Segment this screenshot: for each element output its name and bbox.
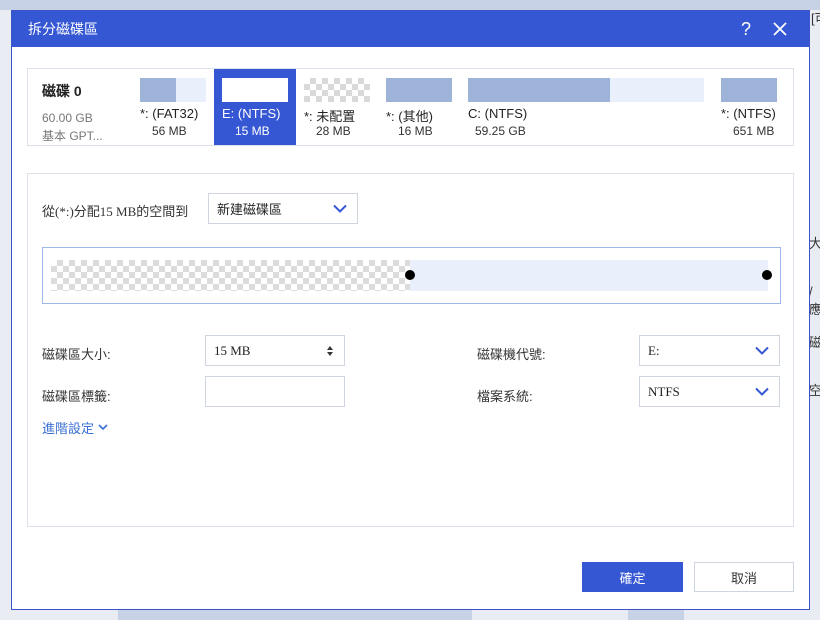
background-app bbox=[0, 0, 820, 10]
partition-bar bbox=[140, 78, 206, 102]
partition-block[interactable]: *: (其他) 16 MB bbox=[378, 69, 460, 145]
partition-slider[interactable] bbox=[42, 247, 781, 304]
advanced-settings-label: 進階設定 bbox=[42, 421, 95, 436]
advanced-settings-link[interactable]: 進階設定 bbox=[42, 418, 108, 437]
slider-left-handle[interactable] bbox=[404, 270, 415, 280]
background-text: /應 bbox=[809, 284, 820, 317]
partition-block-unallocated[interactable]: *: 未配置 28 MB bbox=[296, 69, 378, 145]
help-icon: ? bbox=[740, 18, 751, 39]
chevron-down-icon bbox=[98, 424, 108, 431]
chevron-down-icon bbox=[755, 346, 769, 355]
slider-track bbox=[51, 260, 772, 291]
partition-size: 16 MB bbox=[398, 124, 433, 138]
allocate-label: 從(*:)分配15 MB的空間到 bbox=[42, 204, 189, 219]
partition-name: *: (其他) bbox=[386, 109, 433, 124]
partition-name: *: (FAT32) bbox=[140, 106, 199, 121]
cancel-button[interactable]: 取消 bbox=[694, 562, 794, 592]
background-text: 空 bbox=[809, 383, 820, 398]
size-label: 磁碟區大小: bbox=[42, 347, 111, 362]
partition-name: E: (NTFS) bbox=[222, 106, 281, 121]
partition-size: 651 MB bbox=[733, 124, 775, 138]
partition-size: 15 MB bbox=[235, 124, 270, 138]
close-icon bbox=[773, 22, 787, 36]
background-text: 磁 bbox=[809, 335, 820, 350]
filesystem-label: 檔案系統: bbox=[477, 389, 533, 404]
disk-size: 60.00 GB bbox=[42, 111, 93, 125]
partition-bar bbox=[386, 78, 452, 102]
size-value: 15 MB bbox=[214, 342, 251, 358]
split-partition-dialog: 拆分磁碟區 ? 磁碟 0 60.00 GB 基本 GPT... *: (FAT3… bbox=[11, 10, 810, 610]
chevron-down-icon bbox=[333, 204, 347, 213]
allocate-target-select[interactable]: 新建磁碟區 bbox=[208, 193, 358, 224]
partition-block[interactable]: C: (NTFS) 59.25 GB bbox=[460, 69, 712, 145]
partition-name: *: 未配置 bbox=[304, 109, 356, 124]
settings-panel: 從(*:)分配15 MB的空間到 新建磁碟區 磁碟區大小: 15 MB 磁碟區標… bbox=[27, 173, 794, 527]
partition-block-selected[interactable]: E: (NTFS) 15 MB bbox=[214, 69, 296, 145]
background-strip bbox=[628, 610, 684, 620]
partition-bar bbox=[304, 78, 370, 102]
partition-block[interactable]: *: (FAT32) 56 MB bbox=[132, 69, 214, 145]
background-text: [可 bbox=[811, 11, 820, 26]
partition-bar bbox=[468, 78, 704, 102]
volume-label-input[interactable] bbox=[205, 376, 345, 407]
partition-name: C: (NTFS) bbox=[468, 106, 528, 121]
dialog-titlebar: 拆分磁碟區 ? bbox=[12, 11, 809, 47]
disk-type: 基本 GPT... bbox=[42, 129, 103, 143]
dialog-title: 拆分磁碟區 bbox=[28, 21, 98, 37]
size-stepper[interactable]: 15 MB bbox=[205, 335, 345, 366]
drive-letter-value: E: bbox=[648, 342, 660, 358]
filesystem-select[interactable]: NTFS bbox=[639, 376, 780, 407]
help-button[interactable]: ? bbox=[729, 11, 763, 47]
disk-info: 磁碟 0 60.00 GB 基本 GPT... bbox=[42, 81, 132, 144]
stepper-arrows-icon bbox=[327, 345, 333, 356]
filesystem-value: NTFS bbox=[648, 383, 680, 399]
label-label: 磁碟區標籤: bbox=[42, 389, 111, 404]
drive-letter-label: 磁碟機代號: bbox=[477, 347, 546, 362]
disk-map: 磁碟 0 60.00 GB 基本 GPT... *: (FAT32) 56 MB… bbox=[27, 68, 794, 146]
drive-letter-select[interactable]: E: bbox=[639, 335, 780, 366]
partition-bar bbox=[222, 78, 288, 102]
ok-button[interactable]: 確定 bbox=[582, 562, 683, 592]
partition-name: *: (NTFS) bbox=[721, 106, 776, 121]
partition-bar bbox=[721, 78, 777, 102]
close-button[interactable] bbox=[763, 11, 797, 47]
partition-size: 56 MB bbox=[152, 124, 187, 138]
partition-size: 59.25 GB bbox=[475, 124, 526, 138]
slider-unallocated-region bbox=[51, 260, 410, 291]
chevron-down-icon bbox=[755, 387, 769, 396]
partition-size: 28 MB bbox=[316, 124, 351, 138]
background-strip bbox=[118, 610, 472, 620]
partition-block[interactable]: *: (NTFS) 651 MB bbox=[713, 69, 793, 145]
slider-right-handle[interactable] bbox=[762, 270, 772, 280]
background-text: 大 bbox=[809, 236, 820, 251]
disk-name: 磁碟 0 bbox=[42, 83, 82, 99]
allocate-target-value: 新建磁碟區 bbox=[217, 202, 283, 217]
